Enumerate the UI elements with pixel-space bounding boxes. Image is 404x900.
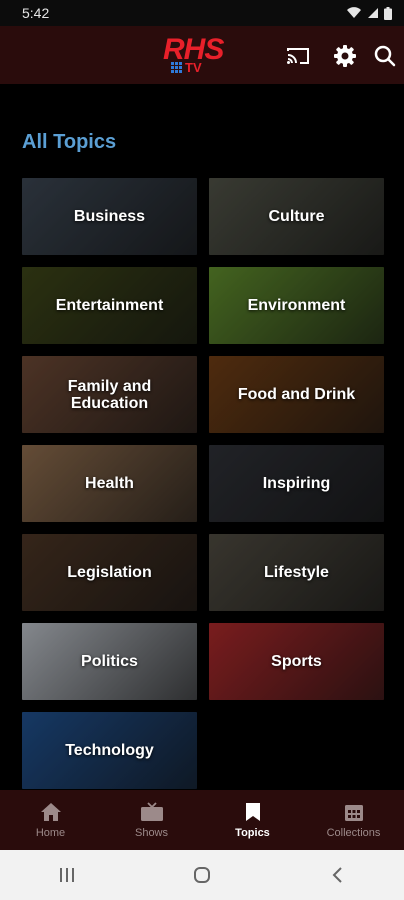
topic-tile-food-and-drink[interactable]: Food and Drink <box>209 356 384 433</box>
recent-apps-button[interactable] <box>37 855 97 895</box>
status-bar: 5:42 <box>0 0 404 26</box>
recent-apps-icon <box>60 868 75 882</box>
status-icons <box>346 6 392 20</box>
home-circle-icon <box>193 867 210 883</box>
topic-label: Health <box>85 475 134 492</box>
search-icon <box>374 45 396 67</box>
back-chevron-icon <box>332 867 342 883</box>
nav-item-shows[interactable]: Shows <box>101 790 202 850</box>
topic-tile-politics[interactable]: Politics <box>22 623 197 700</box>
topic-tile-legislation[interactable]: Legislation <box>22 534 197 611</box>
topic-label: Environment <box>247 297 346 314</box>
topic-label: Culture <box>268 208 325 225</box>
cast-icon <box>287 48 309 64</box>
status-time: 5:42 <box>22 5 50 21</box>
home-icon <box>40 802 61 821</box>
topic-label: Inspiring <box>262 475 331 492</box>
nav-item-collections[interactable]: Collections <box>303 790 404 850</box>
gear-icon <box>334 45 356 67</box>
topic-tile-environment[interactable]: Environment <box>209 267 384 344</box>
signal-icon <box>368 8 378 18</box>
app-bar: RHS TV <box>0 26 404 84</box>
logo-sub: TV <box>185 60 202 75</box>
bottom-nav: Home Shows Topics Collections <box>0 790 404 850</box>
topic-tile-family-and-education[interactable]: Family and Education <box>22 356 197 433</box>
home-system-button[interactable] <box>172 855 232 895</box>
system-nav-bar <box>0 850 404 900</box>
logo-dots <box>171 62 182 73</box>
nav-label: Shows <box>134 826 169 839</box>
nav-item-topics[interactable]: Topics <box>202 790 303 850</box>
wifi-icon <box>347 7 361 19</box>
topic-label: Legislation <box>67 564 152 581</box>
nav-label: Home <box>35 826 66 839</box>
page-title: All Topics <box>22 131 117 153</box>
topic-label: Technology <box>65 742 154 759</box>
topic-label: Lifestyle <box>264 564 329 581</box>
topic-tile-culture[interactable]: Culture <box>209 178 384 255</box>
topic-tile-sports[interactable]: Sports <box>209 623 384 700</box>
back-button[interactable] <box>307 855 367 895</box>
nav-label: Topics <box>235 826 270 839</box>
topic-label: Entertainment <box>55 297 164 314</box>
tv-icon <box>140 801 163 821</box>
nav-label: Collections <box>326 826 381 839</box>
topic-label: Sports <box>271 653 322 670</box>
calendar-icon <box>344 804 363 821</box>
topic-tile-health[interactable]: Health <box>22 445 197 522</box>
search-button[interactable] <box>372 43 398 69</box>
topic-tile-entertainment[interactable]: Entertainment <box>22 267 197 344</box>
topic-label: Family and Education <box>67 377 152 412</box>
topic-label: Food and Drink <box>237 386 356 403</box>
rhs-tv-logo[interactable]: RHS TV <box>163 35 243 77</box>
topic-tile-lifestyle[interactable]: Lifestyle <box>209 534 384 611</box>
topic-tile-technology[interactable]: Technology <box>22 712 197 789</box>
cast-button[interactable] <box>285 43 311 69</box>
bookmark-icon <box>245 802 260 821</box>
topic-label: Business <box>73 208 146 225</box>
topic-tile-inspiring[interactable]: Inspiring <box>209 445 384 522</box>
topic-tile-business[interactable]: Business <box>22 178 197 255</box>
nav-item-home[interactable]: Home <box>0 790 101 850</box>
battery-icon <box>384 6 392 20</box>
topic-label: Politics <box>81 653 138 670</box>
settings-button[interactable] <box>332 43 358 69</box>
